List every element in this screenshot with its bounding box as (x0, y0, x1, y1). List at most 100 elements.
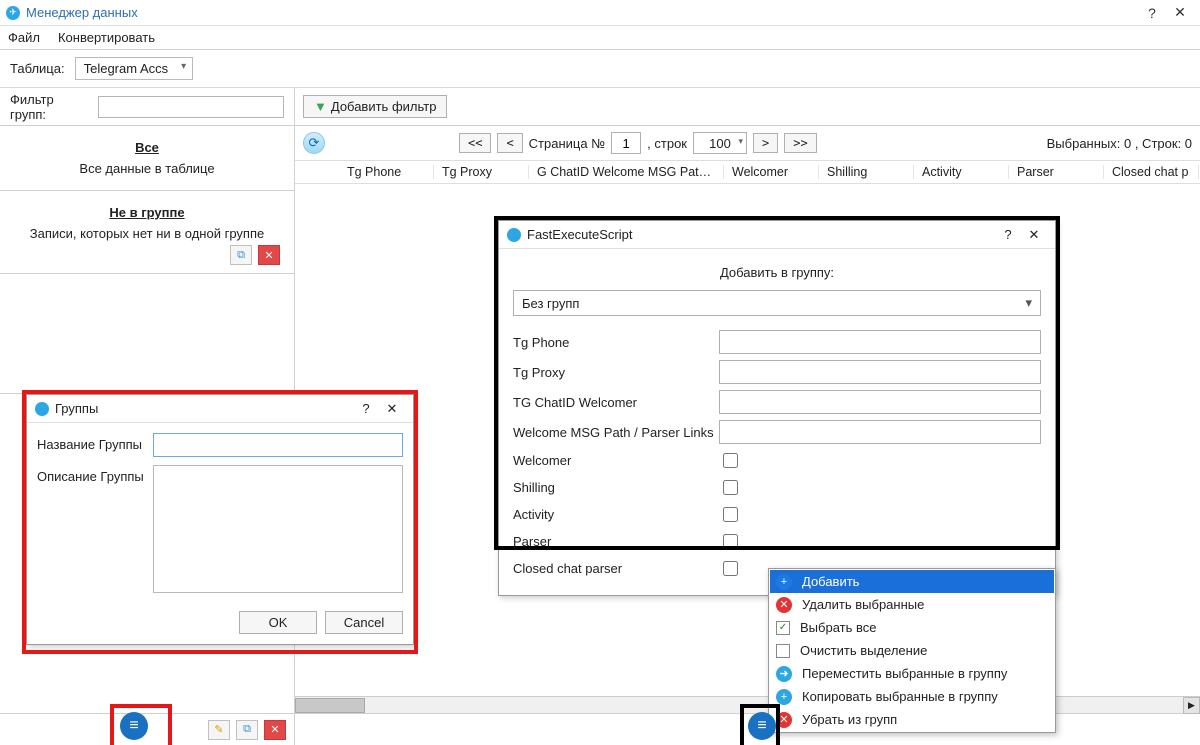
fes-chatid-input[interactable] (719, 390, 1041, 414)
ctx-label: Удалить выбранные (802, 597, 924, 612)
ctx-clear-selection[interactable]: Очистить выделение (770, 639, 1054, 662)
fes-parser-label: Parser (513, 534, 719, 549)
filter-icon: ▼ (314, 99, 327, 114)
ctx-copy-to-group[interactable]: + Копировать выбранные в группу (770, 685, 1054, 708)
app-icon (507, 228, 521, 242)
fes-dialog-titlebar[interactable]: FastExecuteScript ? ✕ (499, 221, 1055, 249)
group-filter-input[interactable] (98, 96, 284, 118)
menubar: Файл Конвертировать (0, 26, 1200, 50)
ok-button[interactable]: OK (239, 611, 317, 634)
add-filter-button[interactable]: ▼ Добавить фильтр (303, 95, 447, 118)
close-button[interactable]: ✕ (1166, 4, 1194, 21)
col-header[interactable]: Tg Proxy (434, 165, 529, 179)
fes-shilling-label: Shilling (513, 480, 719, 495)
edit-groups-button[interactable]: ✎ (208, 720, 230, 740)
fes-dialog: FastExecuteScript ? ✕ Добавить в группу:… (498, 220, 1056, 596)
plus-icon: + (776, 689, 792, 705)
pager-rows-label: , строк (647, 136, 687, 151)
list-button-right[interactable]: ≡ (748, 712, 776, 740)
ctx-remove-from-groups[interactable]: ✕ Убрать из групп (770, 708, 1054, 731)
horizontal-scrollbar[interactable]: ▶ (295, 696, 1200, 713)
group-card-nogroup[interactable]: Не в группе Записи, которых нет ни в одн… (0, 191, 294, 274)
fes-dialog-close[interactable]: ✕ (1021, 227, 1047, 243)
refresh-icon: ⟳ (309, 135, 320, 151)
pager-page-input[interactable] (611, 132, 641, 154)
group-desc-textarea[interactable] (153, 465, 403, 593)
fes-phone-input[interactable] (719, 330, 1041, 354)
fes-closed-checkbox[interactable] (723, 561, 738, 576)
pager-next[interactable]: > (753, 133, 778, 153)
table-dropdown[interactable]: Telegram Accs (75, 57, 194, 80)
group-title: Все (10, 140, 284, 155)
ctx-label: Копировать выбранные в группу (802, 689, 998, 704)
col-header[interactable]: Closed chat p (1104, 165, 1199, 179)
group-card-all[interactable]: Все Все данные в таблице (0, 126, 294, 191)
fes-activity-label: Activity (513, 507, 719, 522)
scroll-right-arrow[interactable]: ▶ (1183, 697, 1200, 714)
col-header[interactable]: G ChatID Welcome MSG Path / Par (529, 165, 724, 179)
group-name-input[interactable] (153, 433, 403, 457)
fes-phone-label: Tg Phone (513, 335, 719, 350)
plus-icon: + (776, 574, 792, 590)
x-icon: ✕ (776, 712, 792, 728)
group-desc-label: Описание Группы (37, 465, 153, 593)
groups-dialog-close[interactable]: ✕ (379, 401, 405, 417)
fes-chatid-label: TG ChatID Welcomer (513, 395, 719, 410)
col-header[interactable]: Welcomer (724, 165, 819, 179)
fes-group-dropdown[interactable]: Без групп (513, 290, 1041, 316)
fes-dialog-title: FastExecuteScript (527, 227, 995, 242)
scrollbar-thumb[interactable] (295, 698, 365, 713)
pager-first[interactable]: << (459, 133, 491, 153)
fes-shilling-checkbox[interactable] (723, 480, 738, 495)
table-label: Таблица: (10, 61, 65, 76)
menu-file[interactable]: Файл (8, 30, 40, 45)
pager-stats: Выбранных: 0 , Строк: 0 (1047, 136, 1192, 151)
list-button-left[interactable]: ≡ (120, 712, 148, 740)
group-filter-row: Фильтр групп: (0, 88, 294, 126)
groups-dialog-help[interactable]: ? (353, 401, 379, 416)
column-headers: Tg Phone Tg Proxy G ChatID Welcome MSG P… (295, 160, 1200, 184)
fes-msgpath-input[interactable] (719, 420, 1041, 444)
copy-groups-button[interactable]: ⧉ (236, 720, 258, 740)
group-title: Не в группе (10, 205, 284, 220)
ctx-delete-selected[interactable]: ✕ Удалить выбранные (770, 593, 1054, 616)
fes-parser-checkbox[interactable] (723, 534, 738, 549)
fes-closed-label: Closed chat parser (513, 561, 719, 576)
pager-rows-value: 100 (709, 136, 731, 151)
pager-prev[interactable]: < (497, 133, 522, 153)
context-menu: + Добавить ✕ Удалить выбранные ✓ Выбрать… (768, 568, 1056, 733)
refresh-button[interactable]: ⟳ (303, 132, 325, 154)
delete-groups-button[interactable]: ✕ (264, 720, 286, 740)
fes-msgpath-label: Welcome MSG Path / Parser Links (513, 425, 719, 440)
ctx-label: Добавить (802, 574, 859, 589)
delete-group-button[interactable]: ✕ (258, 245, 280, 265)
fes-activity-checkbox[interactable] (723, 507, 738, 522)
add-filter-label: Добавить фильтр (331, 99, 437, 114)
fes-add-label: Добавить в группу: (513, 265, 1041, 280)
fes-proxy-input[interactable] (719, 360, 1041, 384)
ctx-select-all[interactable]: ✓ Выбрать все (770, 616, 1054, 639)
pager: ⟳ << < Страница № , строк 100 > >> Выбра… (295, 126, 1200, 160)
fes-dialog-help[interactable]: ? (995, 227, 1021, 242)
ctx-add[interactable]: + Добавить (770, 570, 1054, 593)
col-header[interactable]: Shilling (819, 165, 914, 179)
group-desc: Записи, которых нет ни в одной группе (10, 226, 284, 241)
col-header[interactable]: Parser (1009, 165, 1104, 179)
col-header[interactable]: Tg Phone (339, 165, 434, 179)
col-header[interactable]: Activity (914, 165, 1009, 179)
group-filter-label: Фильтр групп: (10, 92, 92, 122)
groups-dialog-titlebar[interactable]: Группы ? ✕ (27, 395, 413, 423)
ctx-label: Переместить выбранные в группу (802, 666, 1007, 681)
ctx-move-to-group[interactable]: ➜ Переместить выбранные в группу (770, 662, 1054, 685)
help-button[interactable]: ? (1138, 5, 1166, 21)
x-icon: ✕ (776, 597, 792, 613)
pager-last[interactable]: >> (784, 133, 816, 153)
groups-dialog-title: Группы (55, 401, 353, 416)
menu-convert[interactable]: Конвертировать (58, 30, 155, 45)
groups-dialog: Группы ? ✕ Название Группы Описание Груп… (26, 394, 414, 645)
pager-rows-select[interactable]: 100 (693, 132, 747, 154)
ctx-label: Очистить выделение (800, 643, 927, 658)
fes-welcomer-checkbox[interactable] (723, 453, 738, 468)
copy-group-button[interactable]: ⧉ (230, 245, 252, 265)
cancel-button[interactable]: Cancel (325, 611, 403, 634)
